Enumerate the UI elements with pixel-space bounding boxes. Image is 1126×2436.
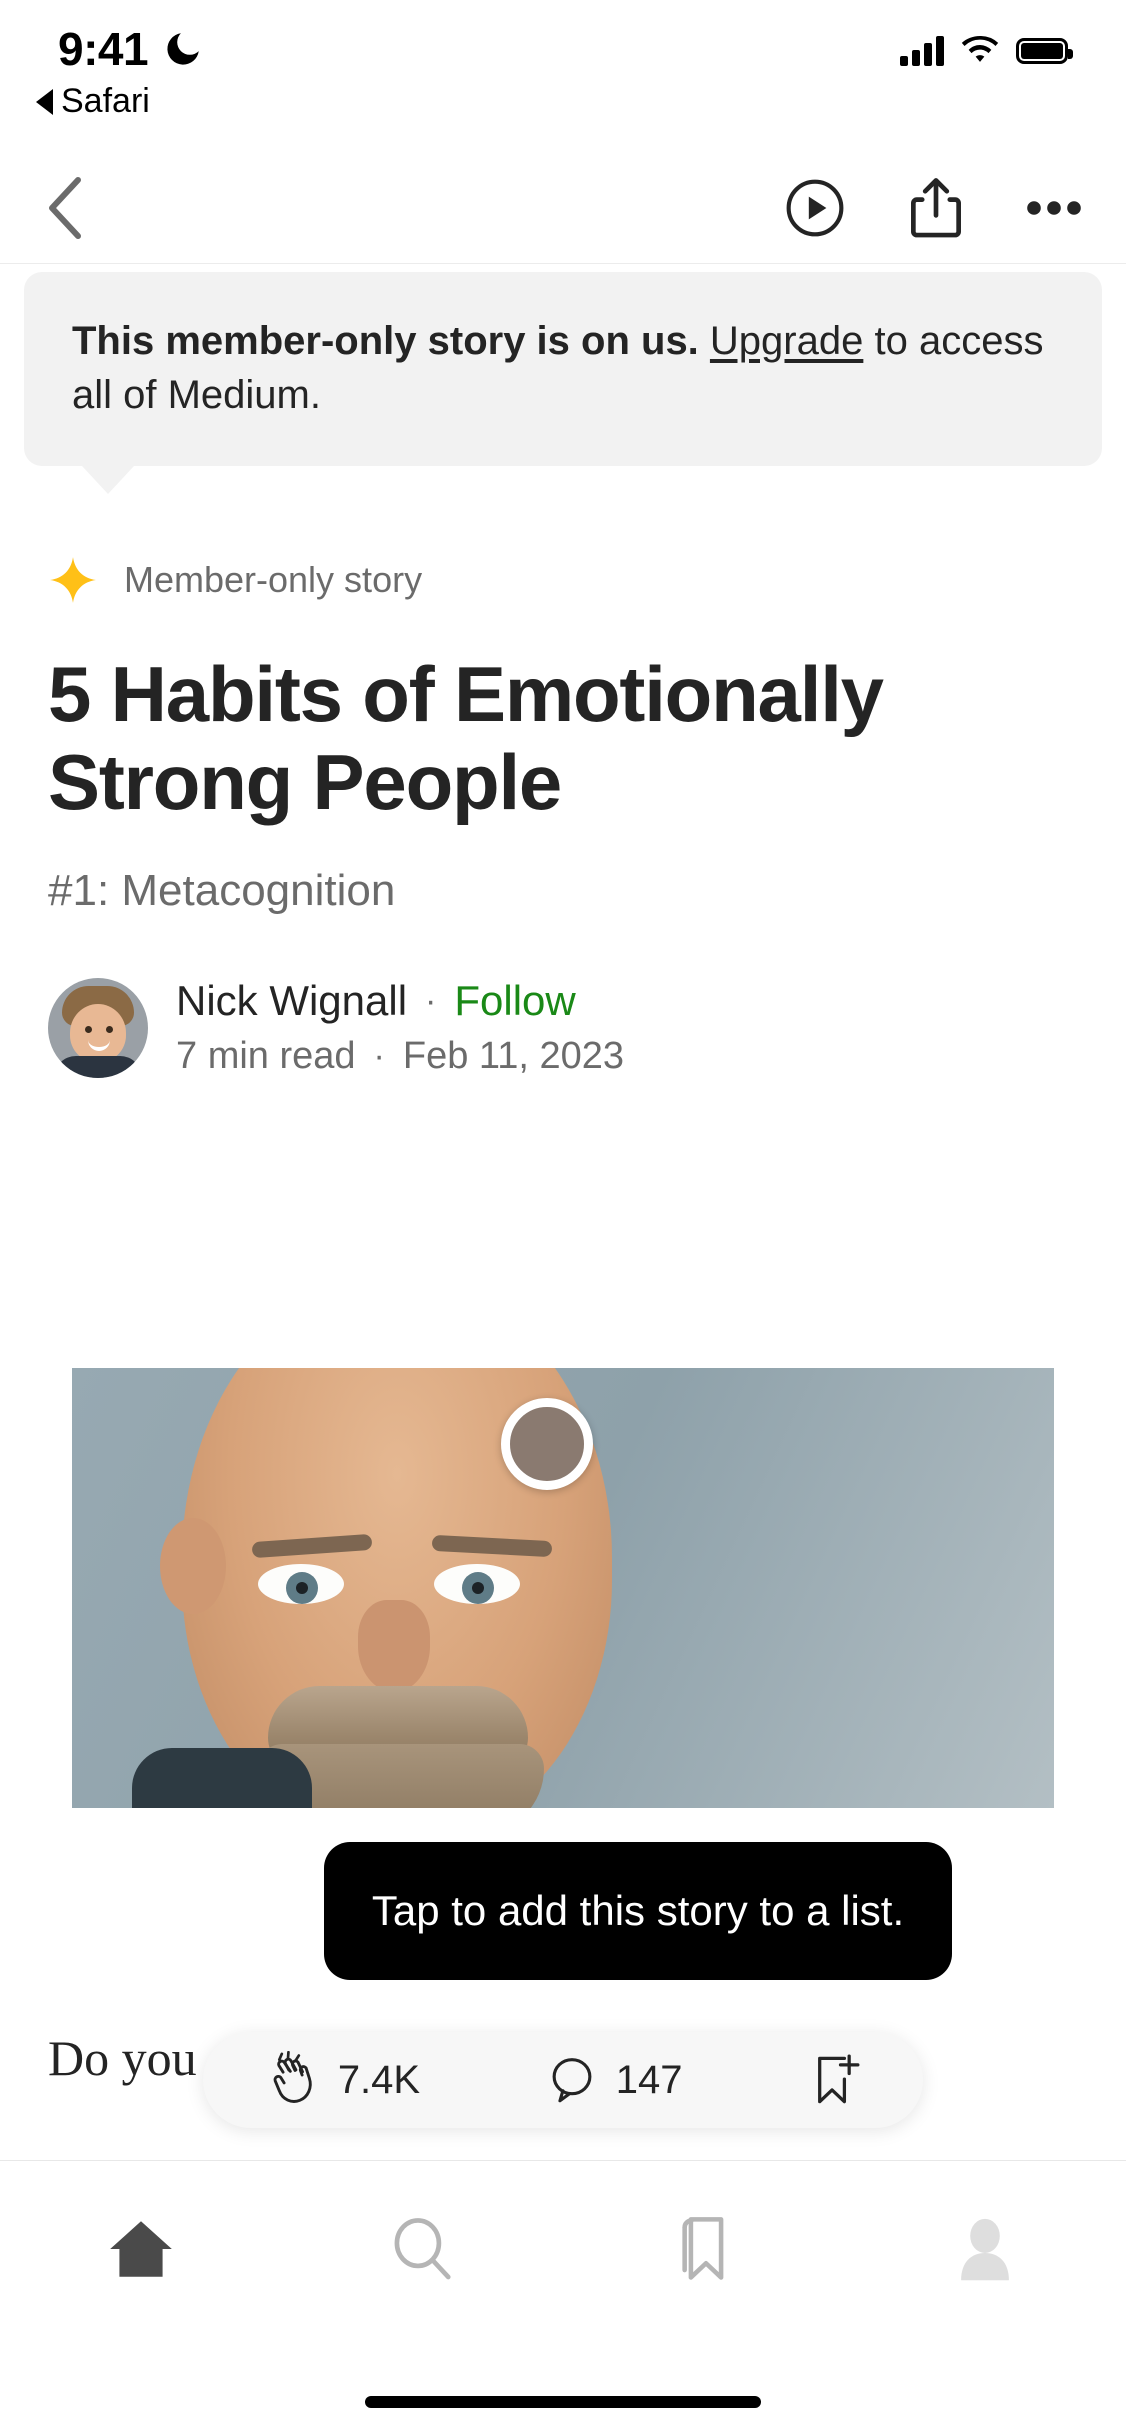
add-to-list-button[interactable] — [808, 2051, 860, 2109]
article-header: Member-only story 5 Habits of Emotionall… — [0, 540, 1126, 1078]
page-title: 5 Habits of Emotionally Strong People — [48, 650, 884, 827]
clap-icon — [273, 2051, 312, 2103]
publish-date: Feb 11, 2023 — [402, 1035, 625, 1078]
tab-profile[interactable] — [845, 2212, 1126, 2286]
comment-count: 147 — [615, 2057, 683, 2102]
upgrade-banner-body: This member-only story is on us. Upgrade… — [24, 272, 1102, 466]
phone-screen: 9:41 Safari This member-only story is on… — [0, 0, 1126, 2436]
back-button[interactable] — [44, 173, 114, 243]
back-triangle-icon — [36, 88, 53, 115]
hero-iris-right — [462, 1572, 494, 1604]
share-up-icon — [911, 177, 961, 237]
moon-icon — [167, 33, 199, 65]
avatar[interactable] — [48, 977, 148, 1078]
article-subtitle: #1: Metacognition — [48, 866, 396, 916]
home-icon — [109, 2221, 172, 2277]
bookmark-plus-icon — [818, 2054, 860, 2104]
action-pill: 7.4K 147 — [203, 2032, 923, 2128]
nav-actions — [784, 176, 1082, 240]
avatar-eye-left — [85, 1025, 92, 1033]
avatar-face — [70, 1003, 126, 1062]
coach-tooltip-text: Tap to add this story to a list. — [371, 1887, 905, 1934]
back-to-safari-button[interactable]: Safari — [36, 82, 150, 121]
avatar-eye-right — [106, 1025, 113, 1033]
clap-count: 7.4K — [337, 2057, 421, 2102]
follow-button[interactable]: Follow — [454, 977, 575, 1025]
upgrade-link[interactable]: Upgrade — [710, 319, 863, 363]
battery-full-icon — [1016, 38, 1073, 64]
byline-separator-1: · — [425, 981, 437, 1020]
hero-shoulder — [132, 1748, 312, 1808]
read-time: 7 min read — [176, 1035, 356, 1078]
bookmark-icon — [682, 2217, 724, 2280]
clap-button[interactable]: 7.4K — [266, 2051, 420, 2109]
share-button[interactable] — [908, 176, 964, 240]
byline-separator-2: · — [373, 1037, 385, 1076]
hero-iris-left — [286, 1572, 318, 1604]
tab-library[interactable] — [563, 2212, 845, 2286]
author-name[interactable]: Nick Wignall — [176, 977, 407, 1025]
byline-bottom-row: 7 min read · Feb 11, 2023 — [176, 1035, 624, 1078]
search-icon — [394, 2218, 451, 2280]
author-byline: Nick Wignall · Follow 7 min read · Feb 1… — [48, 977, 1078, 1078]
avatar-shirt — [54, 1055, 142, 1078]
tab-bar — [0, 2160, 1126, 2436]
tab-search[interactable] — [282, 2214, 564, 2284]
cellular-signal-icon — [900, 36, 944, 66]
banner-tail-icon — [82, 466, 134, 494]
ellipsis-icon — [1027, 200, 1081, 215]
byline-top-row: Nick Wignall · Follow — [176, 977, 624, 1025]
person-icon — [961, 2218, 1010, 2281]
tab-home[interactable] — [0, 2212, 282, 2286]
coach-tooltip[interactable]: Tap to add this story to a list. — [324, 1842, 952, 1981]
upgrade-banner: This member-only story is on us. Upgrade… — [24, 272, 1102, 494]
home-indicator — [365, 2396, 761, 2408]
status-bar-right — [900, 36, 1073, 66]
tab-list — [0, 2161, 1126, 2337]
listen-button[interactable] — [784, 177, 846, 239]
member-only-badge: Member-only story — [48, 540, 1078, 620]
navigation-bar — [0, 152, 1126, 264]
star-sparkle-icon — [50, 557, 96, 603]
chevron-left-icon — [49, 176, 81, 239]
comment-button[interactable]: 147 — [546, 2053, 683, 2107]
member-only-label: Member-only story — [124, 559, 423, 600]
play-circle-icon — [786, 179, 844, 236]
comment-bubble-icon — [552, 2058, 592, 2103]
upgrade-banner-bold: This member-only story is on us. — [72, 319, 699, 363]
status-time: 9:41 — [58, 23, 149, 75]
byline-text: Nick Wignall · Follow 7 min read · Feb 1… — [176, 977, 624, 1078]
wifi-icon — [961, 36, 999, 62]
more-options-button[interactable] — [1026, 198, 1082, 218]
hero-ear — [160, 1518, 226, 1614]
hero-nose — [358, 1600, 430, 1692]
touch-indicator — [501, 1398, 593, 1490]
upgrade-banner-text: This member-only story is on us. Upgrade… — [72, 314, 1054, 422]
status-bar: 9:41 — [0, 0, 1126, 100]
back-to-safari-label: Safari — [61, 82, 150, 120]
status-bar-left: 9:41 — [58, 22, 204, 76]
